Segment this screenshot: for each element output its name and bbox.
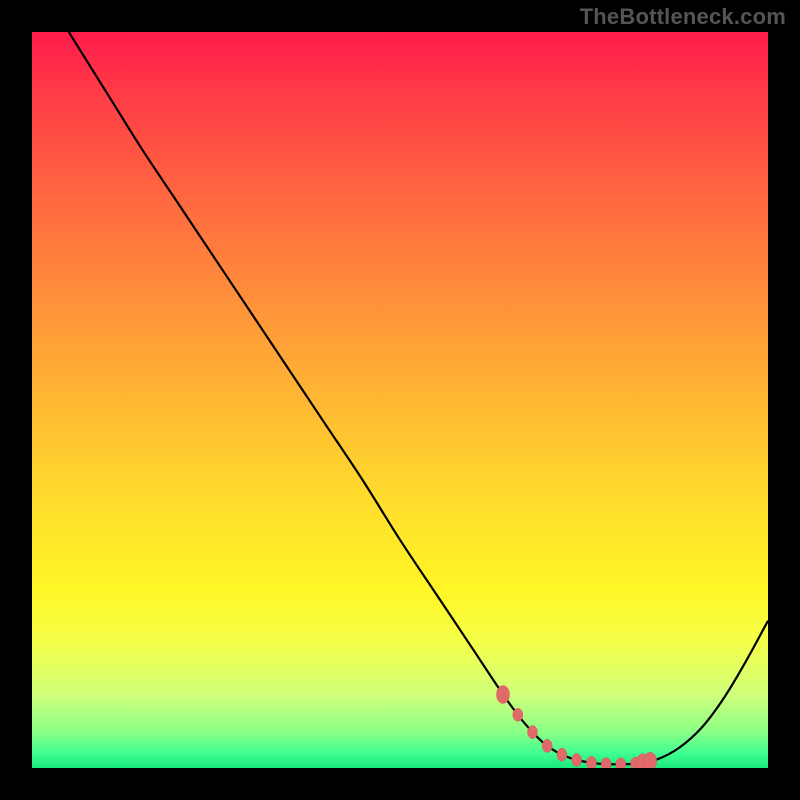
optimal-marker [528,726,538,739]
optimal-marker [497,686,510,704]
optimal-marker [513,708,523,721]
optimal-marker [644,752,657,768]
optimal-marker [557,748,567,761]
optimal-marker [542,739,552,752]
chart-frame: TheBottleneck.com [0,0,800,800]
optimal-range-markers [497,686,657,769]
plot-area [32,32,768,768]
bottleneck-curve [69,32,768,764]
optimal-marker [586,756,596,768]
optimal-marker [616,758,626,768]
curve-svg [32,32,768,768]
optimal-marker [601,758,611,768]
watermark-text: TheBottleneck.com [580,4,786,30]
optimal-marker [572,754,582,767]
